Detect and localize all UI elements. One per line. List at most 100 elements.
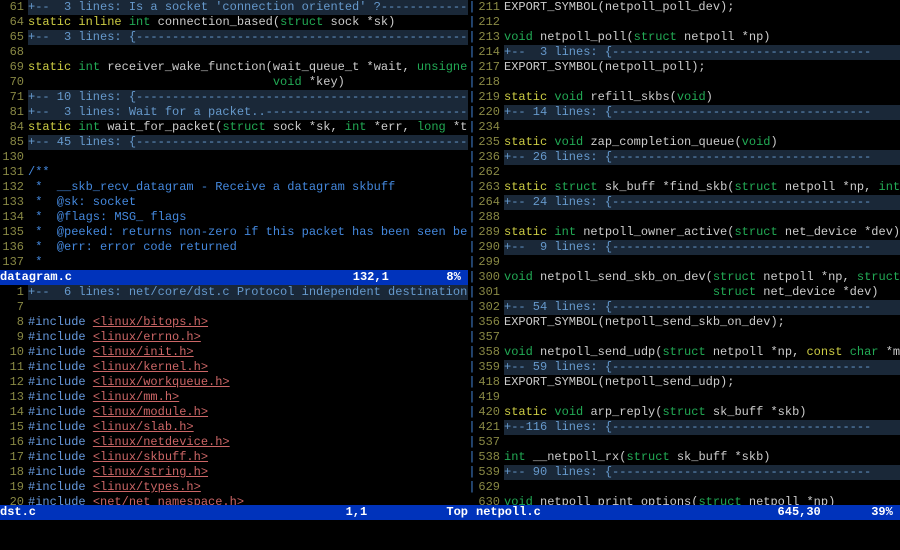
line-content (504, 15, 900, 30)
fold-line[interactable]: 421+--116 lines: {----------------------… (476, 420, 900, 435)
split-pipe: | (468, 255, 476, 270)
line-content (504, 120, 900, 135)
code-line: 13#include <linux/mm.h> (0, 390, 468, 405)
fold-line[interactable]: 236+-- 26 lines: {----------------------… (476, 150, 900, 165)
line-number: 61 (0, 0, 28, 15)
line-content: static int netpoll_owner_active(struct n… (504, 225, 900, 240)
line-number: 12 (0, 375, 28, 390)
split-pipe: | (468, 270, 476, 285)
fold-line[interactable]: 539+-- 90 lines: {----------------------… (476, 465, 900, 480)
line-content: #include <linux/module.h> (28, 405, 468, 420)
code-line: 538int __netpoll_rx(struct sk_buff *skb) (476, 450, 900, 465)
line-content: static struct sk_buff *find_skb(struct n… (504, 180, 900, 195)
fold-line[interactable]: 214+-- 3 lines: {-----------------------… (476, 45, 900, 60)
code-line: 420static void arp_reply(struct sk_buff … (476, 405, 900, 420)
fold-line[interactable]: 65+-- 3 lines: {------------------------… (0, 30, 468, 45)
split-pipe: | (468, 30, 476, 45)
line-content: +-- 6 lines: net/core/dst.c Protocol ind… (28, 285, 468, 300)
split-pipe: | (468, 435, 476, 450)
statusbar-dst: dst.c 1,1 Top (0, 505, 468, 520)
fold-line[interactable]: 61+-- 3 lines: Is a socket 'connection o… (0, 0, 468, 15)
line-content: void netpoll_send_skb_on_dev(struct netp… (504, 270, 900, 285)
line-content: +--116 lines: {-------------------------… (504, 420, 900, 435)
line-number: 537 (476, 435, 504, 450)
line-number: 20 (0, 495, 28, 505)
line-number: 8 (0, 315, 28, 330)
split-pipe: | (468, 465, 476, 480)
line-number: 68 (0, 45, 28, 60)
code-line: 299 (476, 255, 900, 270)
line-content: +-- 26 lines: {-------------------------… (504, 150, 900, 165)
line-number: 214 (476, 45, 504, 60)
line-number: 289 (476, 225, 504, 240)
split-pipe: | (468, 480, 476, 495)
line-number: 358 (476, 345, 504, 360)
code-line: 8#include <linux/bitops.h> (0, 315, 468, 330)
line-content (504, 330, 900, 345)
line-content: EXPORT_SYMBOL(netpoll_poll); (504, 60, 900, 75)
line-content: #include <linux/workqueue.h> (28, 375, 468, 390)
line-number: 137 (0, 255, 28, 270)
line-content: +-- 24 lines: {-------------------------… (504, 195, 900, 210)
code-line: 418EXPORT_SYMBOL(netpoll_send_udp); (476, 375, 900, 390)
split-pipe: | (468, 120, 476, 135)
fold-line[interactable]: 1+-- 6 lines: net/core/dst.c Protocol in… (0, 285, 468, 300)
line-content: +-- 14 lines: {-------------------------… (504, 105, 900, 120)
split-pipe: | (468, 75, 476, 90)
line-content: +-- 9 lines: {--------------------------… (504, 240, 900, 255)
pane-dst[interactable]: 1+-- 6 lines: net/core/dst.c Protocol in… (0, 285, 468, 505)
code-line: 19#include <linux/types.h> (0, 480, 468, 495)
code-line: 211EXPORT_SYMBOL(netpoll_poll_dev); (476, 0, 900, 15)
line-number: 288 (476, 210, 504, 225)
fold-line[interactable]: 302+-- 54 lines: {----------------------… (476, 300, 900, 315)
line-number: 16 (0, 435, 28, 450)
fold-line[interactable]: 290+-- 9 lines: {-----------------------… (476, 240, 900, 255)
line-content: * @err: error code returned (28, 240, 468, 255)
code-line: 132 * __skb_recv_datagram - Receive a da… (0, 180, 468, 195)
line-content: +-- 45 lines: {-------------------------… (28, 135, 468, 150)
line-number: 302 (476, 300, 504, 315)
line-number: 134 (0, 210, 28, 225)
code-line: 136 * @err: error code returned (0, 240, 468, 255)
fold-line[interactable]: 71+-- 10 lines: {-----------------------… (0, 90, 468, 105)
code-line: 12#include <linux/workqueue.h> (0, 375, 468, 390)
line-number: 539 (476, 465, 504, 480)
status-pct: Top (446, 505, 468, 520)
line-content: * __skb_recv_datagram - Receive a datagr… (28, 180, 468, 195)
line-number: 131 (0, 165, 28, 180)
bottom-statusbars: dst.c 1,1 Top netpoll.c 645,30 39% (0, 505, 900, 520)
fold-line[interactable]: 264+-- 24 lines: {----------------------… (476, 195, 900, 210)
line-content: EXPORT_SYMBOL(netpoll_poll_dev); (504, 0, 900, 15)
vertical-split[interactable]: ||||||||||||||||||||||||||||||||| (468, 0, 476, 505)
split-pipe: | (468, 165, 476, 180)
fold-line[interactable]: 85+-- 45 lines: {-----------------------… (0, 135, 468, 150)
pane-datagram[interactable]: 61+-- 3 lines: Is a socket 'connection o… (0, 0, 468, 270)
line-content (504, 165, 900, 180)
line-content: int __netpoll_rx(struct sk_buff *skb) (504, 450, 900, 465)
line-number: 234 (476, 120, 504, 135)
line-content: #include <linux/init.h> (28, 345, 468, 360)
line-content: +-- 90 lines: {-------------------------… (504, 465, 900, 480)
line-content: #include <linux/types.h> (28, 480, 468, 495)
fold-line[interactable]: 220+-- 14 lines: {----------------------… (476, 105, 900, 120)
line-number: 300 (476, 270, 504, 285)
editor-container: 61+-- 3 lines: Is a socket 'connection o… (0, 0, 900, 505)
code-line: 10#include <linux/init.h> (0, 345, 468, 360)
line-content: +-- 3 lines: Wait for a packet..--------… (28, 105, 468, 120)
code-line: 262 (476, 165, 900, 180)
split-pipe: | (468, 405, 476, 420)
code-line: 219static void refill_skbs(void) (476, 90, 900, 105)
line-number: 212 (476, 15, 504, 30)
fold-line[interactable]: 359+-- 59 lines: {----------------------… (476, 360, 900, 375)
pane-netpoll[interactable]: 211EXPORT_SYMBOL(netpoll_poll_dev);212 21… (476, 0, 900, 505)
command-area[interactable] (0, 520, 900, 550)
fold-line[interactable]: 81+-- 3 lines: Wait for a packet..------… (0, 105, 468, 120)
line-number: 19 (0, 480, 28, 495)
split-pipe: | (468, 90, 476, 105)
code-line: 301 struct net_device *dev) (476, 285, 900, 300)
line-content (504, 75, 900, 90)
split-pipe: | (468, 210, 476, 225)
line-content: void *key) (28, 75, 468, 90)
status-pos: 132,1 (353, 270, 389, 285)
code-line: 20#include <net/net_namespace.h> (0, 495, 468, 505)
